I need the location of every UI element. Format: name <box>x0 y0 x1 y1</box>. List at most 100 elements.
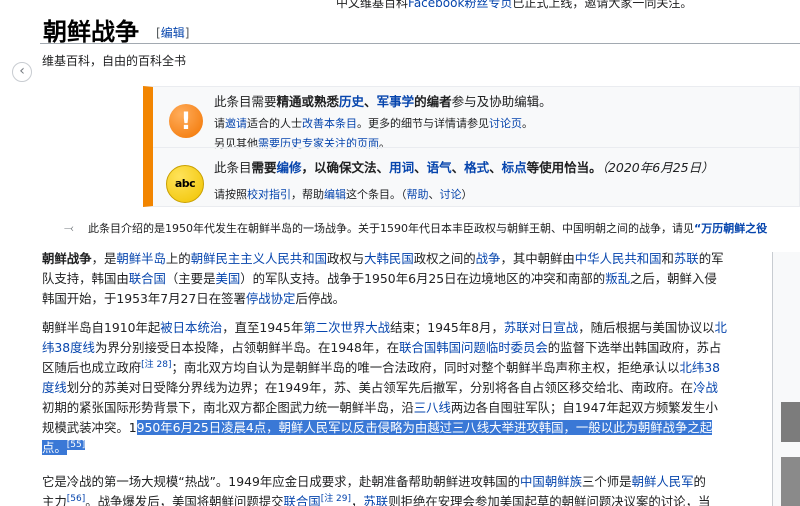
wiki-link[interactable]: 大韩民国 <box>364 251 414 266</box>
wiki-link[interactable]: 中国朝鲜族 <box>520 474 582 489</box>
paragraph-text: 划分的苏美对日受降分界线为边界；在1949年，苏、美占领军先后撤军，分别将各自占… <box>66 380 694 395</box>
hatnote: ⤙ 此条目介绍的是1950年代发生在朝鲜半岛的一场战争。关于1590年代日本丰臣政… <box>64 220 800 236</box>
chevron-left-icon[interactable]: ‹ <box>12 62 32 82</box>
wiki-link[interactable]: 联合国 <box>284 494 321 506</box>
history-link[interactable]: 历史 <box>339 94 364 109</box>
ambox-expert-line3: 另见其他需要历史专家关注的页面。 <box>214 137 390 150</box>
format-link[interactable]: 格式 <box>464 160 489 175</box>
paragraph-text: 。战争爆发后，美国将朝鲜问题提交 <box>85 494 284 506</box>
paragraph-text: （主要是 <box>165 271 216 286</box>
paragraph-text: 初期的紧张国际形势背景下，南北双方都企图武力统一朝鲜半岛，沿 <box>42 400 414 415</box>
infobox-photo-1 <box>781 402 800 442</box>
wiki-link[interactable]: 中华人民共和国 <box>575 251 662 266</box>
paragraph-text: 为界分别接受日本投降，占领朝鲜半岛。在1948年，在 <box>94 340 400 355</box>
help-link[interactable]: 帮助 <box>407 188 429 201</box>
talk-page-link[interactable]: 讨论页 <box>489 117 522 130</box>
wording-link[interactable]: 用词 <box>389 160 414 175</box>
article-term: 朝鲜战争 <box>42 251 92 266</box>
wiki-link[interactable]: 美国 <box>215 271 240 286</box>
wiki-link[interactable]: 战争 <box>476 251 501 266</box>
paragraph-text: 区随后也成立政府 <box>42 360 142 375</box>
site-notice-text-end: 已正式上线，邀请大家一同关注。 <box>512 0 693 10</box>
edit-section: [编辑] <box>156 24 189 41</box>
wiki-link[interactable]: 朝鲜民主主义人民共和国 <box>191 251 327 266</box>
history-expert-pages-link[interactable]: 需要历史专家关注的页面 <box>258 137 379 150</box>
paragraph-text: ，直至1945年 <box>222 320 304 335</box>
wiki-link[interactable]: 北 <box>714 320 726 335</box>
paragraph-text: 之后，朝鲜入侵 <box>629 271 717 286</box>
discussion-link[interactable]: 讨论 <box>440 188 462 201</box>
paragraph-line: 朝鲜战争，是朝鲜半岛上的朝鲜民主主义人民共和国政权与大韩民国政权之间的战争，其中… <box>42 249 764 269</box>
wiki-link[interactable]: 苏联 <box>674 251 699 266</box>
improve-article-link[interactable]: 改善本条目 <box>302 117 357 130</box>
reference-link[interactable]: [注 28] <box>141 360 171 370</box>
invite-link[interactable]: 邀请 <box>225 117 247 130</box>
reference-link[interactable]: [56] <box>67 494 85 504</box>
exclamation-icon: ! <box>169 104 203 138</box>
infobox-image[interactable] <box>772 252 800 506</box>
site-subtitle: 维基百科，自由的百科全书 <box>42 54 187 68</box>
ambox-expert-line1: 此条目需要精通或熟悉历史、军事学的编者参与及协助编辑。 <box>214 94 552 109</box>
imjin-war-link[interactable]: “万历朝鲜之役 <box>694 222 767 235</box>
paragraph-text: 点。 <box>42 440 67 455</box>
punctuation-link[interactable]: 标点 <box>502 160 527 175</box>
proofreading-guide-link[interactable]: 校对指引 <box>247 188 291 201</box>
edit-bracket-close: ] <box>184 26 190 40</box>
wiki-link[interactable]: 冷战 <box>693 380 718 395</box>
paragraph-text: ）的军队支持。战争于1950年6月25日在边境地区的冲突和南部的 <box>240 271 606 286</box>
paragraph-line: 韩国开始，于1953年7月27日在签署停战协定后停战。 <box>42 289 764 309</box>
paragraph-text: 它是冷战的第一场大规模“热战”。1949年应金日成要求，赴朝准备帮助朝鲜进攻韩国… <box>42 474 521 489</box>
paragraph-text: 两边各自囤驻军队；自1947年起双方频繁发生小 <box>450 400 718 415</box>
facebook-page-link[interactable]: Facebook粉丝专页 <box>408 0 512 10</box>
wiki-link[interactable]: 被日本统治 <box>160 320 222 335</box>
paragraph-text: 的 <box>693 474 706 489</box>
copyedit-link[interactable]: 编修 <box>277 160 302 175</box>
tone-link[interactable]: 语气 <box>427 160 452 175</box>
edit-link[interactable]: 编辑 <box>161 26 185 40</box>
wiki-link[interactable]: 纬38度线 <box>42 340 95 355</box>
paragraph-text: ；南北双方均自认为是朝鲜半岛的唯一合法政府，同时对整个朝鲜半岛声称主权，拒绝承认… <box>171 360 680 375</box>
edit-article-link[interactable]: 编辑 <box>324 188 346 201</box>
paragraph-text: 规模武装冲突。1 <box>42 420 137 435</box>
paragraph-text: 政权之间的 <box>413 251 476 266</box>
wiki-link[interactable]: 苏联对日宣战 <box>504 320 578 335</box>
military-science-link[interactable]: 军事学 <box>377 94 415 109</box>
infobox-photo-2 <box>781 457 800 506</box>
wiki-link[interactable]: 朝鲜半岛 <box>116 251 166 266</box>
ambox-copyedit-line1: 此条目需要编修，以确保文法、用词、语气、格式、标点等使用恰当。（2020年6月2… <box>214 160 714 175</box>
paragraph-text: 上的 <box>165 251 191 266</box>
paragraph-text: 政权与 <box>326 251 365 266</box>
reference-link[interactable]: [55] <box>66 440 86 450</box>
paragraph-line: 主力[56]。战争爆发后，美国将朝鲜问题提交联合国[注 29]，苏联则拒绝在安理… <box>42 492 764 506</box>
site-notice-text: 中文维基百科 <box>336 0 409 10</box>
wiki-link[interactable]: 停战协定 <box>246 291 296 306</box>
paragraph-text: ，是 <box>91 251 117 266</box>
wiki-link[interactable]: 朝鲜人民军 <box>632 474 694 489</box>
paragraph-line: 初期的紧张国际形势背景下，南北双方都企图武力统一朝鲜半岛，沿三八线两边各自囤驻军… <box>42 398 764 418</box>
wiki-link[interactable]: 苏联 <box>363 494 388 506</box>
paragraph-text: 则拒绝在安理会参加美国起草的朝鲜问题决议案的讨论，当 <box>388 494 711 506</box>
paragraph-text: ，随后根据与美国协议以 <box>578 320 715 335</box>
wiki-link[interactable]: 叛乱 <box>605 271 630 286</box>
wiki-link[interactable]: 联合国韩国问题临时委员会 <box>399 340 548 355</box>
ambox-expert-line2: 请邀请适合的人士改善本条目。更多的细节与详情请参见讨论页。 <box>214 117 533 130</box>
wiki-link[interactable]: 三八线 <box>414 400 451 415</box>
disambiguation-arrow-icon: ⤙ <box>64 221 74 235</box>
maintenance-notices: ! 此条目需要精通或熟悉历史、军事学的编者参与及协助编辑。 请邀请适合的人士改善… <box>143 86 800 207</box>
wiki-link[interactable]: 联合国 <box>129 271 166 286</box>
ambox-copyedit-line2: 请按照校对指引，帮助编辑这个条目。（帮助、讨论） <box>214 188 473 201</box>
title-bar: 朝鲜战争 [编辑] <box>40 10 800 46</box>
intro-paragraph-2: 朝鲜半岛自1910年起被日本统治，直至1945年第二次世界大战结束；1945年8… <box>42 318 764 458</box>
hatnote-text: 此条目介绍的是1950年代发生在朝鲜半岛的一场战争。关于1590年代日本丰臣政权… <box>88 222 694 235</box>
paragraph-text: 队支持，韩国由 <box>42 271 129 286</box>
paragraph-line: 队支持，韩国由联合国（主要是美国）的军队支持。战争于1950年6月25日在边境地… <box>42 269 764 289</box>
wiki-link[interactable]: 度线 <box>42 380 67 395</box>
paragraph-line: 朝鲜半岛自1910年起被日本统治，直至1945年第二次世界大战结束；1945年8… <box>42 318 764 338</box>
abc-copyedit-icon: abc <box>166 165 204 203</box>
paragraph-text: 主力 <box>42 494 67 506</box>
paragraph-line: 规模武装冲突。1950年6月25日凌晨4点，朝鲜人民军以反击侵略为由越过三八线大… <box>42 418 764 438</box>
wiki-link[interactable]: 第二次世界大战 <box>303 320 390 335</box>
reference-link[interactable]: [注 29] <box>321 494 351 504</box>
wiki-link[interactable]: 北纬38 <box>679 360 720 375</box>
paragraph-text: ， <box>351 494 364 506</box>
